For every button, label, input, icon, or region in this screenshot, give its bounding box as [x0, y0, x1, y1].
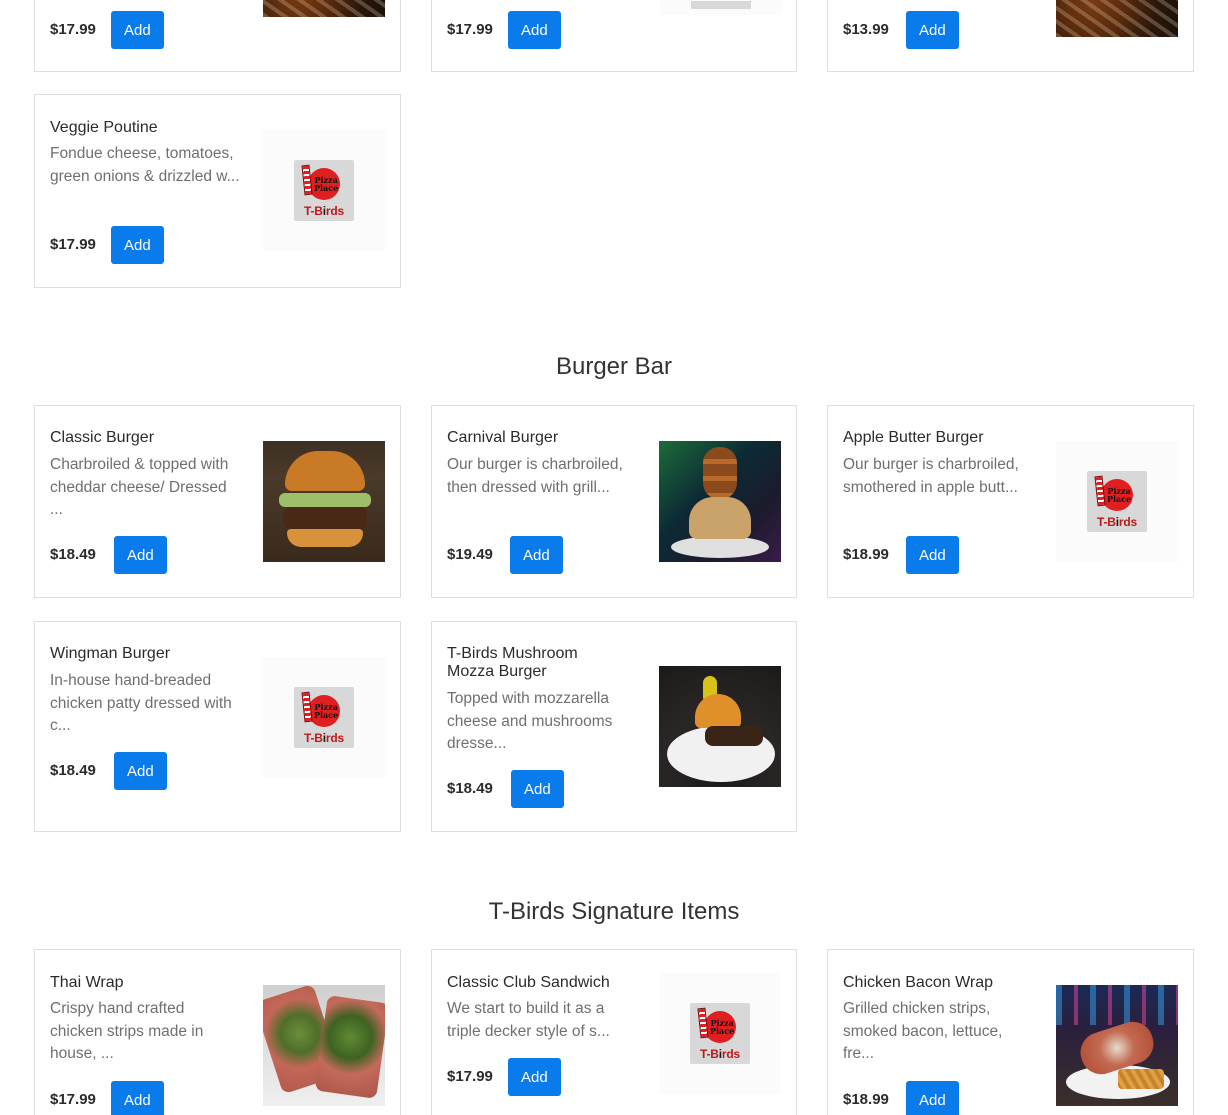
- item-photo: [263, 985, 385, 1106]
- item-title: T-Birds Mushroom Mozza Burger: [447, 645, 578, 680]
- add-button[interactable]: Add: [111, 1081, 164, 1115]
- add-button[interactable]: Add: [906, 11, 959, 49]
- item-description: Topped with mozzarella cheese and mushro…: [447, 690, 613, 752]
- item-photo: Pizza Place T-Birds: [1056, 441, 1178, 562]
- pizza-place-logo: Pizza Place T-Birds: [1087, 471, 1147, 532]
- add-button[interactable]: Add: [510, 536, 563, 574]
- menu-item-card[interactable]: Thai Wrap Crispy hand crafted chicken st…: [34, 949, 401, 1115]
- item-price: $18.49: [50, 762, 96, 779]
- add-button[interactable]: Add: [508, 1058, 561, 1096]
- add-button[interactable]: Add: [111, 11, 164, 49]
- item-price: $17.99: [50, 236, 96, 253]
- item-title: Apple Butter Burger: [843, 429, 984, 446]
- pizza-place-logo: Pizza Place T-Birds: [294, 687, 354, 748]
- item-price: $19.49: [447, 546, 493, 563]
- item-price: $17.99: [447, 21, 493, 38]
- menu-item-card[interactable]: Chicken Bacon Wrap Grilled chicken strip…: [827, 949, 1194, 1115]
- item-title: Classic Club Sandwich: [447, 974, 610, 991]
- item-title: Wingman Burger: [50, 645, 171, 662]
- item-price: $13.99: [843, 21, 889, 38]
- menu-item-card[interactable]: $13.99 Add: [827, 0, 1194, 72]
- item-description: Crispy hand crafted chicken strips made …: [50, 1000, 204, 1062]
- item-title: Carnival Burger: [447, 429, 559, 446]
- add-button[interactable]: Add: [906, 536, 959, 574]
- item-price: $17.99: [447, 1068, 493, 1085]
- pizza-place-logo: Pizza Place T-Birds: [294, 160, 354, 221]
- section-heading-burger-bar: Burger Bar: [555, 353, 673, 380]
- add-button[interactable]: Add: [114, 536, 167, 574]
- item-description: In-house hand-breaded chicken patty dres…: [50, 672, 232, 734]
- add-button[interactable]: Add: [508, 11, 561, 49]
- item-photo: [1056, 0, 1178, 37]
- menu-item-card[interactable]: Classic Burger Charbroiled & topped with…: [34, 405, 401, 598]
- section-heading-signature-items: T-Birds Signature Items: [488, 898, 740, 925]
- item-price: $17.99: [50, 21, 96, 38]
- item-photo: [660, 0, 782, 15]
- item-photo: [659, 666, 781, 787]
- item-price: $18.99: [843, 546, 889, 563]
- item-title: Thai Wrap: [50, 974, 124, 991]
- item-description: We start to build it as a triple decker …: [447, 1000, 610, 1040]
- menu-item-card[interactable]: Veggie Poutine Fondue cheese, tomatoes, …: [34, 94, 401, 288]
- menu-item-card[interactable]: Apple Butter Burger Our burger is charbr…: [827, 405, 1194, 598]
- item-description: Grilled chicken strips, smoked bacon, le…: [843, 1000, 1003, 1062]
- item-price: $17.99: [50, 1091, 96, 1108]
- item-price: $18.99: [843, 1091, 889, 1108]
- item-price: $18.49: [447, 780, 493, 797]
- item-description: Charbroiled & topped with cheddar cheese…: [50, 456, 229, 518]
- menu-item-card[interactable]: Classic Club Sandwich We start to build …: [431, 949, 797, 1115]
- item-price: $18.49: [50, 546, 96, 563]
- item-photo: Pizza Place T-Birds: [263, 657, 385, 778]
- menu-item-card[interactable]: $17.99 Add: [431, 0, 797, 72]
- menu-item-card[interactable]: $17.99 Add: [34, 0, 401, 72]
- item-photo: [1056, 985, 1178, 1106]
- item-description: Our burger is charbroiled, smothered in …: [843, 456, 1019, 496]
- item-description: Our burger is charbroiled, then dressed …: [447, 456, 623, 496]
- add-button[interactable]: Add: [511, 770, 564, 808]
- item-photo: [263, 0, 385, 17]
- item-title: Chicken Bacon Wrap: [843, 974, 993, 991]
- menu-item-card[interactable]: Carnival Burger Our burger is charbroile…: [431, 405, 797, 598]
- menu-item-card[interactable]: Wingman Burger In-house hand-breaded chi…: [34, 621, 401, 832]
- item-photo: [659, 441, 781, 562]
- pizza-place-logo: Pizza Place T-Birds: [690, 1003, 750, 1064]
- add-button[interactable]: Add: [906, 1081, 959, 1115]
- item-photo: Pizza Place T-Birds: [659, 973, 781, 1094]
- item-description: Fondue cheese, tomatoes, green onions & …: [50, 145, 240, 185]
- menu-item-card[interactable]: T-Birds Mushroom Mozza Burger Topped wit…: [431, 621, 797, 832]
- item-title: Classic Burger: [50, 429, 155, 446]
- item-photo: [263, 441, 385, 562]
- item-photo: Pizza Place T-Birds: [263, 130, 385, 251]
- add-button[interactable]: Add: [114, 752, 167, 790]
- item-title: Veggie Poutine: [50, 119, 158, 136]
- add-button[interactable]: Add: [111, 226, 164, 264]
